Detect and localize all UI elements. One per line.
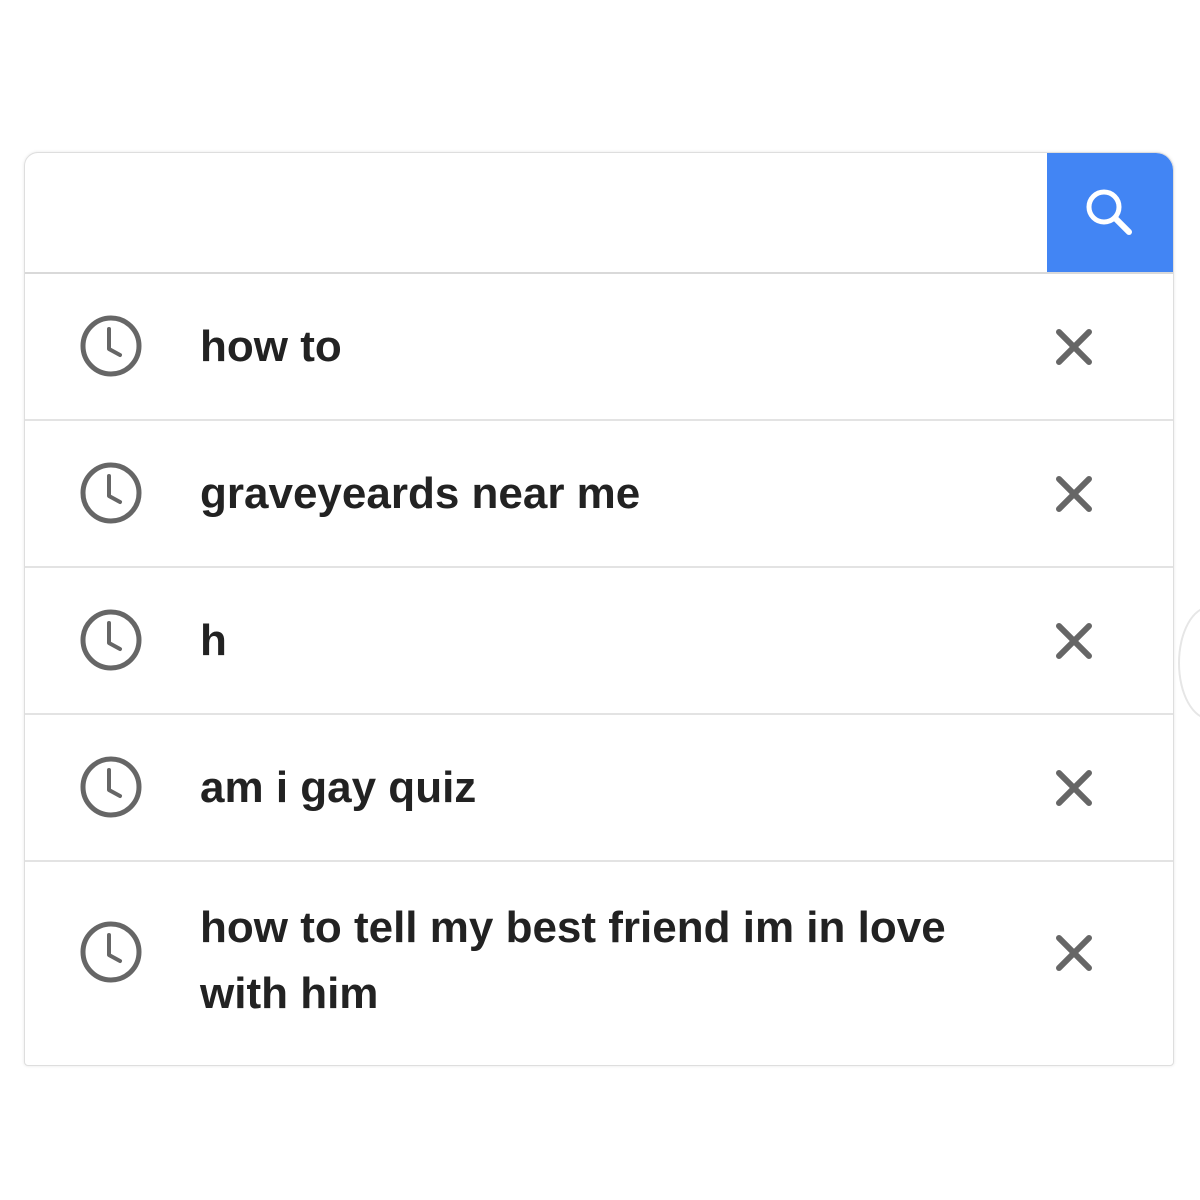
close-icon bbox=[1056, 935, 1092, 971]
history-list: how to graveyeards near me h am i gay qu… bbox=[25, 274, 1173, 1062]
search-suggestions-panel: how to graveyeards near me h am i gay qu… bbox=[24, 152, 1174, 1066]
history-item-text: how to bbox=[200, 322, 342, 371]
remove-history-button[interactable] bbox=[1051, 930, 1097, 976]
search-input[interactable] bbox=[25, 153, 1045, 272]
search-bar bbox=[25, 153, 1173, 274]
close-icon bbox=[1056, 770, 1092, 806]
close-icon bbox=[1056, 329, 1092, 365]
close-icon bbox=[1056, 476, 1092, 512]
history-item[interactable]: how to tell my best friend im in love wi… bbox=[25, 862, 1173, 1062]
history-item[interactable]: am i gay quiz bbox=[25, 715, 1173, 862]
history-item-text: graveyeards near me bbox=[200, 469, 641, 518]
clock-icon bbox=[80, 756, 142, 818]
history-item-text: am i gay quiz bbox=[200, 763, 477, 812]
remove-history-button[interactable] bbox=[1051, 471, 1097, 517]
scroll-edge-button[interactable] bbox=[1178, 606, 1200, 720]
clock-icon bbox=[80, 315, 142, 377]
clock-icon bbox=[80, 462, 142, 524]
history-item[interactable]: h bbox=[25, 568, 1173, 715]
page: how to graveyeards near me h am i gay qu… bbox=[0, 0, 1200, 1200]
history-item[interactable]: how to bbox=[25, 274, 1173, 421]
remove-history-button[interactable] bbox=[1051, 618, 1097, 664]
clock-icon bbox=[80, 921, 142, 983]
history-item-text: h bbox=[200, 616, 227, 665]
clock-icon bbox=[80, 609, 142, 671]
close-icon bbox=[1056, 623, 1092, 659]
remove-history-button[interactable] bbox=[1051, 324, 1097, 370]
search-icon bbox=[1086, 189, 1132, 235]
history-item-text: how to tell my best friend im in love wi… bbox=[200, 903, 946, 1018]
history-item[interactable]: graveyeards near me bbox=[25, 421, 1173, 568]
search-button[interactable] bbox=[1047, 153, 1173, 272]
remove-history-button[interactable] bbox=[1051, 765, 1097, 811]
